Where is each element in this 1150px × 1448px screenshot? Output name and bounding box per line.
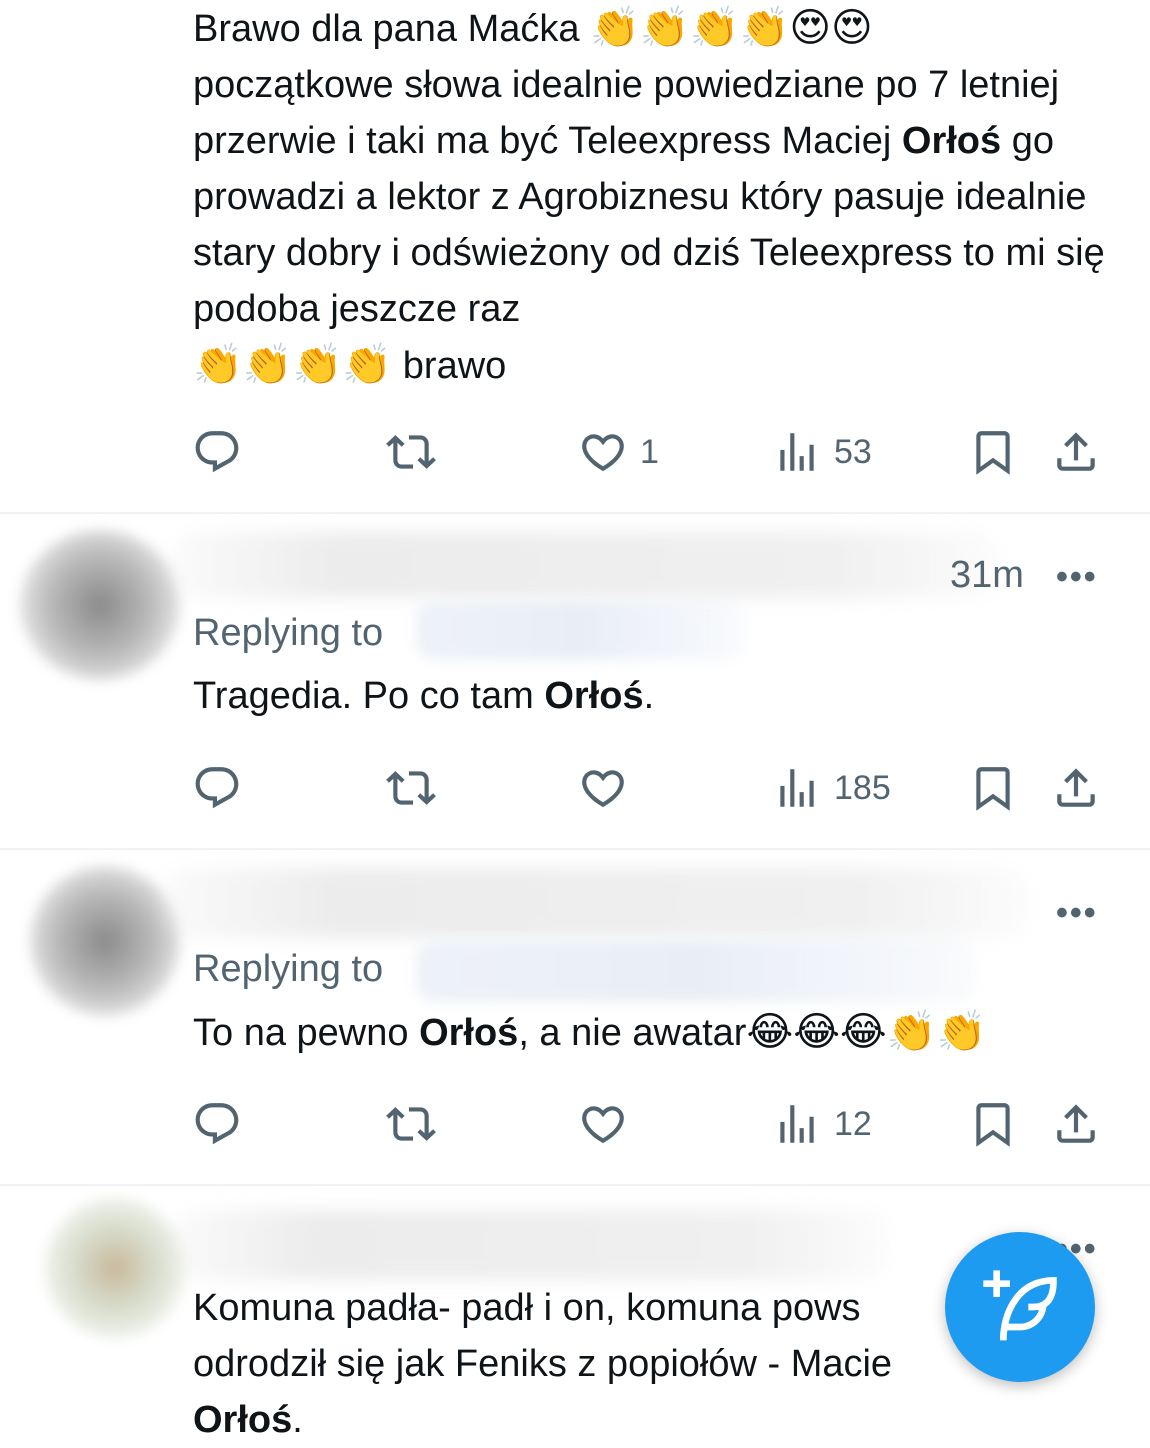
avatar[interactable] — [30, 866, 180, 1016]
tweet-text: Tragedia. Po co tam Orłoś. — [193, 668, 1113, 724]
more-options-button[interactable]: ••• — [1056, 558, 1098, 597]
tweet-text: Komuna padła- padł i on, komuna pows odr… — [193, 1280, 953, 1448]
retweet-button[interactable] — [386, 758, 436, 818]
views-icon — [780, 1105, 814, 1143]
heart-icon — [582, 1106, 624, 1144]
replying-to-handle-redacted[interactable] — [415, 600, 745, 660]
like-button[interactable] — [578, 758, 640, 818]
views-count: 185 — [834, 768, 891, 807]
tweet-divider — [0, 1184, 1150, 1186]
like-button[interactable] — [578, 1094, 640, 1154]
tweet-actions: 185 — [0, 758, 1150, 818]
avatar[interactable] — [45, 1198, 185, 1338]
views-button[interactable]: 12 — [772, 1094, 872, 1154]
views-count: 12 — [834, 1104, 872, 1143]
share-button[interactable] — [1051, 1094, 1101, 1154]
author-name-redacted — [170, 1210, 890, 1280]
highlighted-term: Orłoś — [419, 1012, 519, 1054]
highlighted-term: Orłoś — [544, 675, 644, 717]
reply-icon — [195, 767, 239, 809]
reply-icon — [195, 431, 239, 473]
text-segment: . — [643, 675, 655, 717]
retweet-button[interactable] — [386, 422, 436, 482]
replying-to-label: Replying to — [193, 948, 384, 990]
author-name-redacted — [160, 868, 1030, 938]
like-button[interactable]: 1 — [578, 422, 659, 482]
share-icon — [1057, 768, 1095, 807]
more-options-button[interactable]: ••• — [1056, 894, 1098, 933]
emoji-segment: 😂😂😂👏👏 — [746, 1010, 987, 1054]
heart-icon — [582, 434, 624, 472]
tweet-text: Brawo dla pana Maćka 👏👏👏👏😍😍 początkowe s… — [193, 0, 1113, 394]
bookmark-icon — [976, 431, 1010, 475]
like-count: 1 — [640, 432, 659, 471]
share-button[interactable] — [1051, 758, 1101, 818]
retweet-icon — [386, 435, 436, 469]
text-segment: Komuna padła- padł i on, komuna pows — [193, 1287, 861, 1329]
reply-icon — [195, 1103, 239, 1145]
bookmark-button[interactable] — [968, 1094, 1018, 1154]
emoji-segment: 👏👏👏👏😍😍 — [590, 6, 873, 50]
views-button[interactable]: 185 — [772, 758, 891, 818]
bookmark-button[interactable] — [968, 758, 1018, 818]
replying-to-label: Replying to — [193, 612, 384, 654]
text-segment: Tragedia. Po co tam — [193, 675, 545, 717]
heart-icon — [582, 770, 624, 808]
tweet-actions: 12 — [0, 1094, 1150, 1154]
views-button[interactable]: 53 — [772, 422, 872, 482]
retweet-icon — [386, 771, 436, 805]
author-name-redacted — [170, 532, 1000, 598]
tweet-divider — [0, 512, 1150, 514]
emoji-segment: 👏👏👏👏 — [193, 343, 393, 387]
retweet-button[interactable] — [386, 1094, 436, 1154]
text-segment: Brawo dla pana Maćka — [193, 8, 591, 50]
text-segment: To na pewno — [193, 1012, 420, 1054]
text-segment: , a nie awatar — [518, 1012, 747, 1054]
tweet-text: To na pewno Orłoś, a nie awatar😂😂😂👏👏 — [193, 1004, 1113, 1061]
highlighted-term: Orłoś — [193, 1399, 293, 1441]
compose-icon — [983, 1270, 1057, 1341]
text-segment: . — [292, 1399, 303, 1441]
highlighted-term: Orłoś — [901, 120, 1002, 162]
reply-button[interactable] — [192, 422, 242, 482]
replying-to-handle-redacted[interactable] — [415, 940, 975, 1002]
views-icon — [780, 433, 814, 471]
avatar[interactable] — [20, 530, 180, 680]
tweet-timestamp: 31m — [950, 554, 1024, 596]
text-segment: odrodził się jak Feniks z popiołów - Mac… — [193, 1343, 893, 1385]
tweet-actions: 1 53 — [0, 422, 1150, 482]
reply-button[interactable] — [192, 1094, 242, 1154]
tweet-divider — [0, 848, 1150, 850]
share-icon — [1057, 432, 1095, 471]
retweet-icon — [386, 1107, 436, 1141]
text-segment: brawo — [392, 345, 507, 387]
share-icon — [1057, 1104, 1095, 1143]
reply-button[interactable] — [192, 758, 242, 818]
share-button[interactable] — [1051, 422, 1101, 482]
views-count: 53 — [834, 432, 872, 471]
compose-button[interactable] — [945, 1232, 1095, 1382]
bookmark-icon — [976, 767, 1010, 811]
bookmark-button[interactable] — [968, 422, 1018, 482]
views-icon — [780, 769, 814, 807]
bookmark-icon — [976, 1103, 1010, 1147]
